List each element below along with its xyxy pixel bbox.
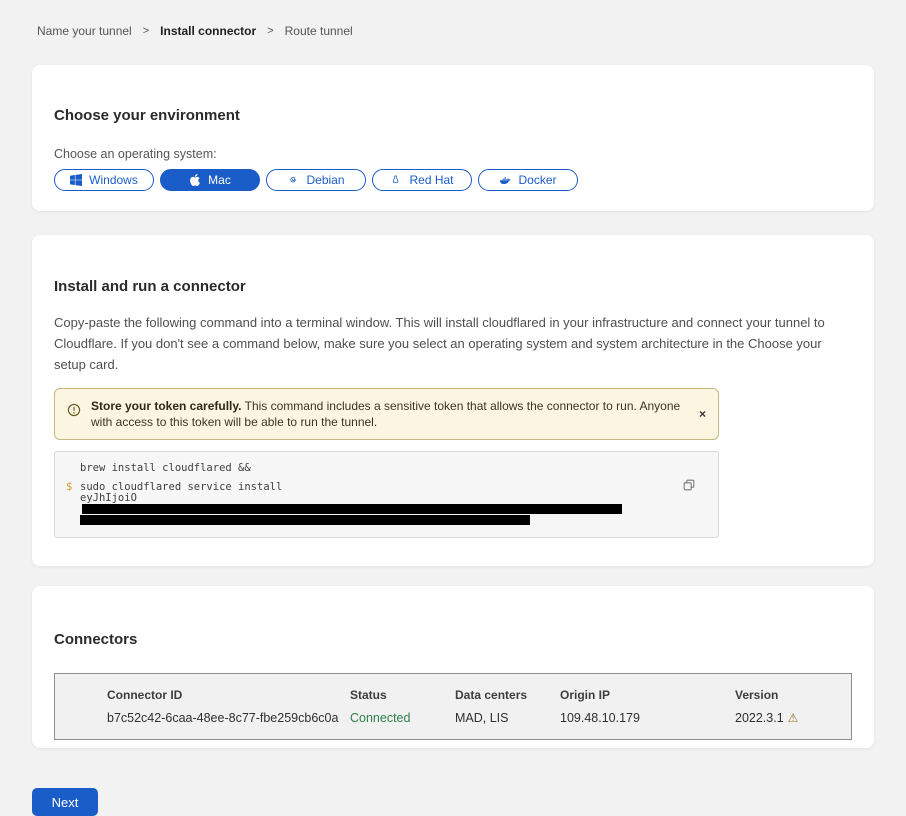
install-description: Copy-paste the following command into a …	[54, 312, 852, 375]
install-card-title: Install and run a connector	[54, 278, 852, 296]
origin-ip-value: 109.48.10.179	[560, 711, 735, 725]
install-connector-card: Install and run a connector Copy-paste t…	[32, 235, 874, 565]
next-button[interactable]: Next	[32, 788, 98, 816]
connectors-card: Connectors Connector ID Status Data cent…	[32, 586, 874, 748]
os-button-redhat[interactable]: Red Hat	[372, 169, 472, 191]
connectors-table-header: Connector ID Status Data centers Origin …	[107, 688, 851, 702]
install-command-codeblock: brew install cloudflared && $ sudo cloud…	[54, 451, 719, 538]
token-warning-alert: Store your token carefully. This command…	[54, 388, 719, 440]
breadcrumb-step-name-your-tunnel[interactable]: Name your tunnel	[37, 24, 132, 38]
connectors-card-title: Connectors	[54, 631, 852, 649]
apple-icon	[189, 174, 201, 186]
shell-prompt: $	[66, 482, 80, 526]
os-button-label: Docker	[518, 173, 556, 187]
os-button-label: Mac	[208, 173, 231, 187]
command-lines: sudo cloudflared service install eyJhIjo…	[80, 482, 678, 526]
column-origin-ip: Origin IP	[560, 688, 735, 702]
alert-message: Store your token carefully. This command…	[91, 395, 689, 433]
data-centers-value: MAD, LIS	[455, 711, 560, 725]
docker-icon	[499, 174, 511, 186]
redhat-icon	[390, 174, 402, 186]
warning-triangle-icon: ⚠	[788, 711, 799, 725]
code-line-install: sudo cloudflared service install	[80, 482, 678, 493]
column-data-centers: Data centers	[455, 688, 560, 702]
debian-icon	[287, 174, 299, 186]
os-button-group: Windows Mac Debian Red Hat Docker	[54, 169, 852, 191]
os-button-label: Windows	[89, 173, 138, 187]
alert-circle-icon	[67, 403, 81, 417]
environment-card-title: Choose your environment	[54, 107, 852, 125]
table-row: b7c52c42-6caa-48ee-8c77-fbe259cb6c0a Con…	[107, 711, 851, 725]
breadcrumb: Name your tunnel > Install connector > R…	[0, 0, 906, 38]
os-button-docker[interactable]: Docker	[478, 169, 578, 191]
os-select-label: Choose an operating system:	[54, 147, 852, 161]
token-prefix: eyJhIjoiO	[80, 492, 137, 504]
column-status: Status	[350, 688, 455, 702]
copy-icon[interactable]	[682, 478, 696, 492]
os-button-label: Red Hat	[409, 173, 453, 187]
close-icon[interactable]: ×	[699, 408, 706, 420]
os-button-mac[interactable]: Mac	[160, 169, 260, 191]
code-line-token: eyJhIjoiO	[80, 493, 678, 515]
redacted-token-bar	[82, 504, 622, 514]
connectors-table: Connector ID Status Data centers Origin …	[54, 673, 852, 740]
code-command-row: $ sudo cloudflared service install eyJhI…	[66, 482, 678, 526]
connector-id-value: b7c52c42-6caa-48ee-8c77-fbe259cb6c0a	[107, 711, 350, 725]
column-version: Version	[735, 688, 851, 702]
os-button-label: Debian	[306, 173, 344, 187]
windows-icon	[70, 174, 82, 186]
redacted-token-bar	[80, 515, 530, 525]
choose-environment-card: Choose your environment Choose an operat…	[32, 65, 874, 211]
code-line-brew: brew install cloudflared &&	[80, 463, 678, 474]
breadcrumb-step-install-connector[interactable]: Install connector	[160, 24, 256, 38]
column-connector-id: Connector ID	[107, 688, 350, 702]
breadcrumb-step-route-tunnel[interactable]: Route tunnel	[285, 24, 353, 38]
breadcrumb-separator: >	[267, 25, 273, 37]
os-button-windows[interactable]: Windows	[54, 169, 154, 191]
os-button-debian[interactable]: Debian	[266, 169, 366, 191]
alert-title: Store your token carefully.	[91, 399, 242, 413]
code-line-token-2	[80, 515, 678, 526]
version-value: 2022.3.1⚠	[735, 711, 851, 725]
breadcrumb-separator: >	[143, 25, 149, 37]
status-badge: Connected	[350, 711, 455, 725]
